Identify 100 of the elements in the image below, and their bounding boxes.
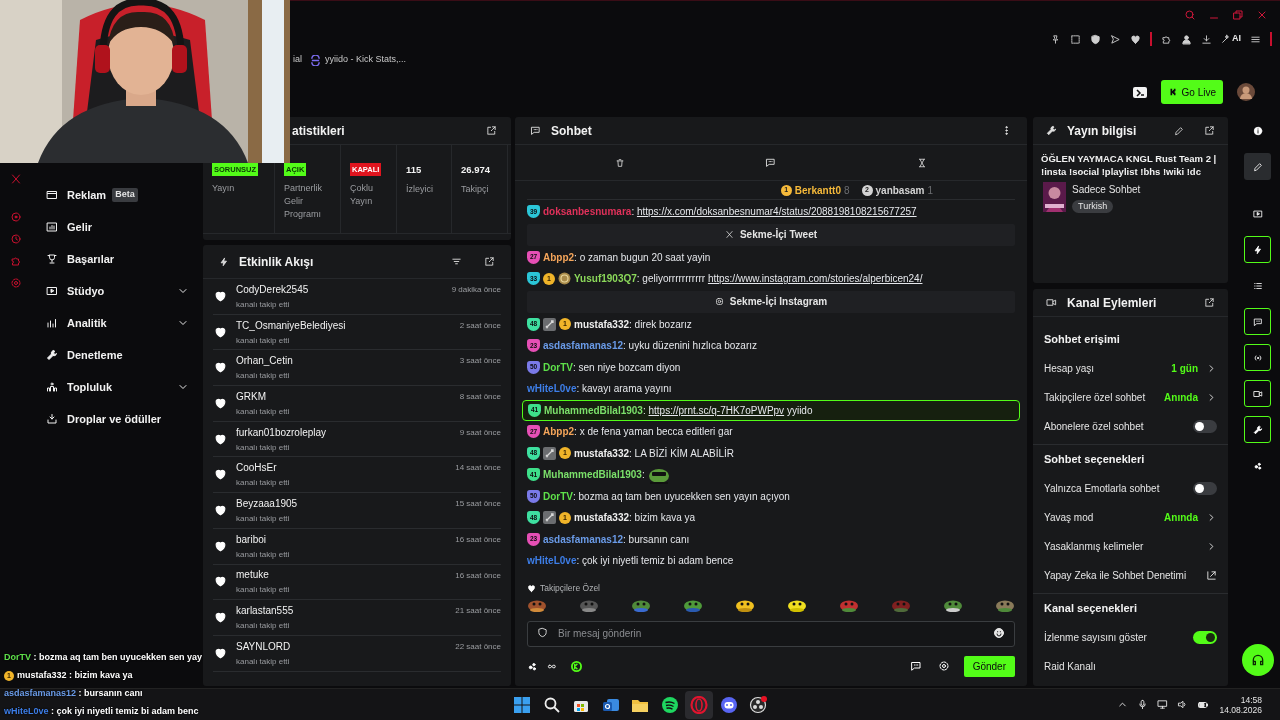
- chat-app-icon[interactable]: [719, 695, 738, 714]
- emote-icon[interactable]: [943, 598, 963, 612]
- bookmark-link[interactable]: ial: [293, 53, 302, 67]
- edit-icon[interactable]: [1174, 125, 1184, 136]
- avatar[interactable]: [1237, 83, 1255, 101]
- toggle-switch[interactable]: [1193, 631, 1217, 644]
- link[interactable]: https://x.com/doksanbesnumar4/status/2088198108215677257: [636, 206, 917, 218]
- target-icon[interactable]: [10, 209, 22, 225]
- dock-button[interactable]: [1244, 308, 1271, 335]
- link[interactable]: https://prnt.sc/q-7HK7oPWPpv: [648, 404, 785, 416]
- popout-icon[interactable]: [1204, 297, 1215, 308]
- shield-icon[interactable]: [1090, 33, 1101, 45]
- send-button[interactable]: Gönder: [963, 655, 1015, 677]
- nav-item[interactable]: Droplar ve ödüller: [32, 410, 162, 428]
- send-icon[interactable]: [1110, 33, 1121, 45]
- link[interactable]: https://www.instagram.com/stories/alperbicen24/: [707, 273, 923, 285]
- stat-caption: İzleyici: [406, 183, 434, 197]
- nav-item[interactable]: Gelir: [32, 218, 93, 236]
- nav-item[interactable]: Başarılar: [32, 250, 115, 268]
- network-icon[interactable]: [1157, 699, 1169, 710]
- volume-icon[interactable]: [1177, 699, 1189, 710]
- emote-icon[interactable]: [527, 598, 547, 612]
- message-field[interactable]: Bir mesaj gönderin: [527, 620, 1015, 647]
- dock-button[interactable]: [1244, 344, 1271, 371]
- bookmark-link[interactable]: yyiido - Kick Stats,...: [325, 53, 407, 67]
- go-live-button[interactable]: Go Live: [1160, 80, 1223, 104]
- ring-icon[interactable]: [690, 695, 708, 714]
- popout-icon[interactable]: [484, 256, 495, 267]
- beta-tag: Beta: [112, 188, 138, 202]
- toggle-switch[interactable]: [1193, 482, 1217, 495]
- heart-icon[interactable]: [1130, 33, 1141, 45]
- external-link-icon[interactable]: [1206, 570, 1217, 581]
- emote-icon[interactable]: [787, 598, 807, 612]
- filter-icon[interactable]: [451, 256, 462, 267]
- nav-icon: [46, 189, 58, 201]
- category-name[interactable]: Sadece Sohbet: [1072, 182, 1141, 197]
- activity-time: 15 saat önce: [455, 498, 501, 511]
- settings-icon[interactable]: [937, 660, 950, 672]
- popout-icon[interactable]: [486, 125, 497, 136]
- dots-icon: [1252, 460, 1263, 471]
- trash-icon[interactable]: [615, 157, 626, 168]
- heart-icon: [214, 575, 227, 589]
- emoji-icon[interactable]: [993, 627, 1005, 639]
- nav-icon: [46, 285, 58, 297]
- nav-item[interactable]: Stüdyo: [32, 282, 105, 300]
- follower-name: CodyDerek2545: [236, 282, 310, 297]
- kick-circle-icon[interactable]: [571, 660, 582, 672]
- close-icon[interactable]: [1256, 9, 1268, 21]
- clock-time[interactable]: 14:58: [1240, 694, 1262, 705]
- nav-item[interactable]: Topluluk: [32, 378, 112, 396]
- dots-icon[interactable]: [527, 660, 538, 672]
- heart-icon: [527, 583, 536, 593]
- support-button[interactable]: [1241, 644, 1274, 676]
- start-icon[interactable]: [513, 695, 531, 714]
- popout-icon[interactable]: [1204, 125, 1215, 136]
- activity-text: kanalı takip etti: [236, 584, 291, 597]
- microphone-icon[interactable]: [1137, 699, 1149, 710]
- leader-name: yanbasam: [875, 183, 925, 198]
- activity-text: kanalı takip etti: [236, 512, 291, 525]
- emote-icon[interactable]: [735, 598, 755, 612]
- download-icon[interactable]: [1201, 33, 1212, 45]
- heart-icon: [214, 396, 227, 410]
- dock-button[interactable]: [1244, 416, 1271, 443]
- panel-title: atistikleri: [292, 122, 345, 140]
- panel-title: Kanal Eylemleri: [1067, 294, 1157, 312]
- x-logo-icon[interactable]: [10, 173, 22, 185]
- chat-message: doksanbesnumara: https://x.com/doksanbesnumar4/status/2088198108215677257: [543, 205, 917, 220]
- ai-button[interactable]: AI: [1221, 32, 1241, 46]
- nav-item[interactable]: Reklam: [32, 186, 107, 204]
- setting-value[interactable]: Anında: [1164, 390, 1198, 405]
- embed-button[interactable]: Sekme-İçi Instagram: [527, 290, 1015, 313]
- follower-name: metuke: [236, 568, 270, 583]
- x-logo-icon: [724, 230, 734, 239]
- leader-count: 1: [927, 183, 933, 198]
- chat-icon[interactable]: [909, 660, 922, 672]
- dock-button[interactable]: [1244, 380, 1271, 407]
- record-app-icon[interactable]: [749, 695, 767, 714]
- clock-icon[interactable]: [10, 231, 22, 247]
- hourglass-icon[interactable]: [916, 157, 927, 168]
- dock-button[interactable]: [1244, 236, 1271, 263]
- setting-value[interactable]: Anında: [1164, 510, 1198, 525]
- display-icon[interactable]: [1132, 86, 1147, 98]
- extensions-icon[interactable]: [1161, 33, 1172, 45]
- toggle-switch[interactable]: [1193, 420, 1217, 433]
- language-tag: Turkish: [1072, 200, 1114, 213]
- shield-icon[interactable]: [537, 627, 548, 638]
- sound-waves-icon[interactable]: [660, 695, 679, 714]
- selection-icon[interactable]: [1070, 33, 1081, 45]
- restore-icon[interactable]: [1232, 9, 1244, 21]
- profile-icon[interactable]: [1181, 33, 1192, 45]
- search-icon[interactable]: [542, 695, 561, 714]
- nav-item[interactable]: Analitik: [32, 314, 107, 332]
- nav-item[interactable]: Denetleme: [32, 346, 123, 364]
- embed-button[interactable]: Sekme-İçi Tweet: [527, 223, 1015, 246]
- chat-message: Abpp2: x de fena yaman becca editleri gar: [543, 425, 733, 440]
- info-icon: [1252, 125, 1263, 136]
- chat-icon[interactable]: [765, 157, 777, 168]
- pin-icon[interactable]: [1050, 33, 1061, 45]
- setting-value[interactable]: 1 gün: [1171, 361, 1198, 376]
- clock-date[interactable]: 14.08.2026: [1219, 704, 1262, 715]
